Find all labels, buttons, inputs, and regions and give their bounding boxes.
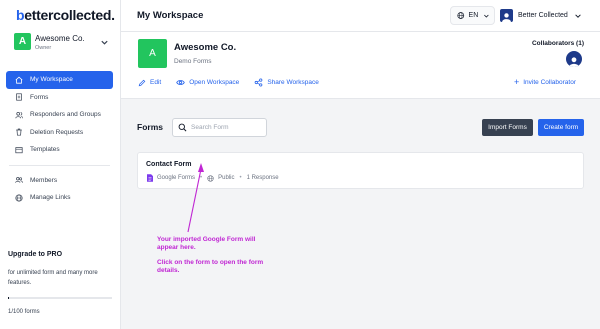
language-label: EN	[468, 12, 479, 19]
invite-collaborator-button[interactable]: + Invite Collaborator	[513, 77, 576, 87]
top-bar: My Workspace EN Better Collected	[121, 0, 600, 32]
edit-workspace-button[interactable]: Edit	[138, 79, 161, 87]
chevron-down-icon	[575, 13, 581, 18]
upgrade-panel: Upgrade to PRO for unlimited form and ma…	[8, 251, 114, 315]
invite-label: Invite Collaborator	[523, 78, 576, 86]
form-name: Contact Form	[146, 161, 192, 168]
user-name: Better Collected	[518, 12, 568, 19]
search-icon	[178, 123, 187, 132]
sidebar-item-label: Forms	[30, 93, 49, 101]
workspace-logo: A	[138, 39, 167, 68]
form-card[interactable]: Contact Form Google Forms • Public • 1 R…	[137, 152, 584, 189]
form-source: Google Forms	[157, 175, 196, 181]
workspace-role: Owner	[35, 45, 52, 51]
eye-icon	[176, 80, 185, 85]
sidebar-item-manage-links[interactable]: Manage Links	[6, 189, 113, 207]
google-forms-icon	[147, 174, 153, 182]
brand-logo[interactable]: bettercollected.	[16, 7, 115, 23]
pencil-icon	[138, 79, 146, 86]
sidebar-item-label: Deletion Requests	[30, 128, 84, 136]
template-icon	[15, 146, 23, 154]
page-title: My Workspace	[137, 10, 204, 21]
sidebar-item-responders[interactable]: Responders and Groups	[6, 106, 113, 124]
user-menu[interactable]: Better Collected	[500, 6, 586, 25]
plus-icon: +	[513, 77, 520, 87]
upgrade-description: for unlimited form and many more feature…	[8, 270, 98, 286]
edit-label: Edit	[150, 79, 162, 86]
search-field[interactable]	[172, 118, 267, 137]
sidebar-item-templates[interactable]: Templates	[6, 141, 113, 159]
workspace-avatar: A	[14, 33, 31, 50]
separator-dot: •	[239, 175, 242, 181]
sidebar-item-label: Manage Links	[30, 194, 71, 202]
globe-icon	[15, 194, 23, 202]
workspace-description: Demo Forms	[174, 58, 212, 65]
separator-dot: •	[200, 175, 203, 181]
import-forms-button[interactable]: Import Forms	[482, 119, 533, 136]
sidebar-item-label: Responders and Groups	[30, 111, 101, 119]
sidebar-item-label: Templates	[30, 146, 60, 154]
sidebar-item-label: My Workspace	[30, 76, 73, 84]
workspace-actions: Edit Open Workspace Share Workspace	[138, 78, 334, 87]
share-workspace-label: Share Workspace	[267, 79, 319, 86]
sidebar-item-label: Members	[30, 176, 58, 184]
open-workspace-button[interactable]: Open Workspace	[176, 78, 239, 87]
form-visibility: Public	[218, 175, 235, 181]
forms-usage-count: 1/100 forms	[8, 309, 40, 315]
form-responses: 1 Response	[246, 175, 279, 181]
avatar	[500, 9, 513, 22]
collaborator-avatar[interactable]	[566, 51, 582, 67]
forms-usage-progress-fill	[8, 297, 10, 299]
create-form-button[interactable]: Create form	[538, 119, 584, 136]
language-selector[interactable]: EN	[450, 6, 495, 25]
sidebar-divider	[9, 164, 110, 166]
search-input[interactable]	[191, 124, 261, 131]
form-icon	[15, 93, 23, 101]
chevron-down-icon	[101, 40, 108, 45]
annotation-line-2: Click on the form to open the form detai…	[157, 259, 264, 274]
globe-icon	[457, 12, 465, 19]
sidebar-item-deletion-requests[interactable]: Deletion Requests	[6, 124, 113, 142]
share-icon	[254, 78, 263, 87]
trash-icon	[15, 128, 23, 136]
workspace-header: A Awesome Co. Demo Forms Collaborators (…	[121, 32, 600, 99]
workspace-title: Awesome Co.	[174, 42, 237, 53]
forms-usage-progress	[8, 297, 112, 299]
workspace-switcher[interactable]: A Awesome Co. Owner	[14, 33, 112, 55]
open-workspace-label: Open Workspace	[189, 79, 240, 86]
chevron-down-icon	[484, 14, 489, 18]
share-workspace-button[interactable]: Share Workspace	[254, 78, 319, 87]
forms-section-title: Forms	[137, 122, 163, 132]
form-meta: Google Forms • Public • 1 Response	[147, 174, 279, 182]
sidebar-item-forms[interactable]: Forms	[6, 89, 113, 107]
sidebar-item-my-workspace[interactable]: My Workspace	[6, 71, 113, 89]
globe-icon	[207, 174, 214, 182]
workspace-name: Awesome Co.	[35, 34, 85, 43]
sidebar: bettercollected. A Awesome Co. Owner My …	[0, 0, 121, 329]
members-icon	[15, 176, 23, 184]
sidebar-item-members[interactable]: Members	[6, 172, 113, 190]
home-icon	[15, 76, 23, 84]
sidebar-nav: My Workspace Forms Responders and Groups…	[6, 71, 113, 207]
upgrade-title[interactable]: Upgrade to PRO	[8, 251, 114, 258]
annotation-note: Your imported Google Form will appear he…	[157, 236, 277, 274]
collaborators-label: Collaborators (1)	[531, 40, 584, 47]
annotation-line-1: Your imported Google Form will appear he…	[157, 236, 256, 251]
users-icon	[15, 111, 23, 119]
